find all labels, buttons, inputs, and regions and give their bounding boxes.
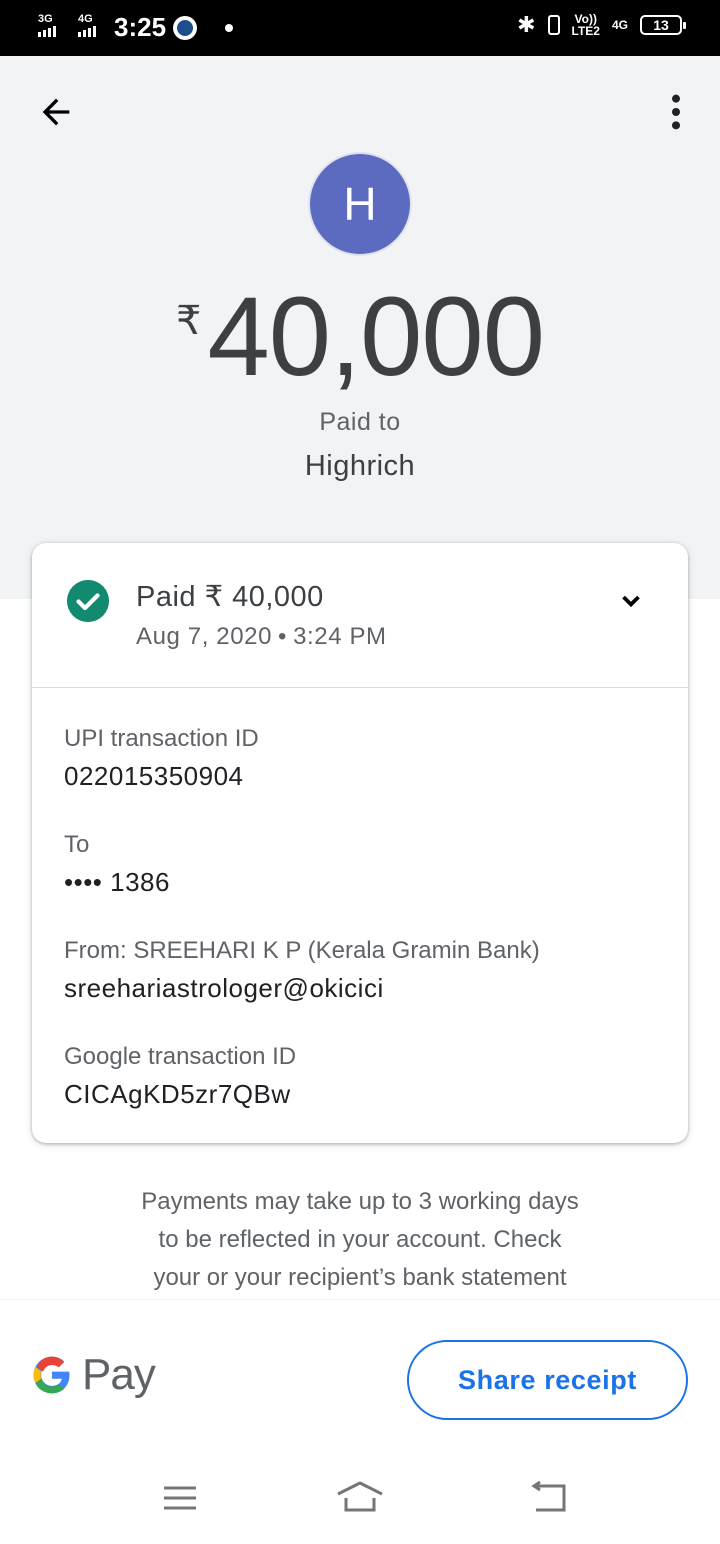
upi-id-label: UPI transaction ID (64, 725, 259, 752)
menu-icon[interactable] (156, 1480, 204, 1516)
more-vert-icon[interactable] (660, 92, 692, 132)
paid-to-label: Paid to (319, 408, 401, 436)
payee-avatar: H (310, 154, 410, 254)
amount-value: 40,000 (207, 274, 545, 399)
google-g-icon (33, 1356, 70, 1394)
transaction-time: 3:24 PM (293, 623, 387, 650)
vibrate-icon (547, 15, 560, 35)
upi-id-value: 022015350904 (64, 761, 244, 791)
chevron-down-icon[interactable] (615, 585, 647, 617)
status-right-group: ✱ Vo)) LTE2 4G 13 (517, 12, 686, 38)
check-circle-icon (67, 580, 109, 622)
note-line-2: to be reflected in your account. Check (158, 1226, 562, 1253)
status-time: 3:25 (114, 12, 167, 42)
from-label: From: SREEHARI K P (Kerala Gramin Bank) (64, 937, 540, 964)
share-receipt-button[interactable]: Share receipt (407, 1340, 688, 1420)
google-id-value: CICAgKD5zr7QBw (64, 1079, 291, 1109)
battery-icon: 13 (640, 15, 686, 35)
network-3g-label: 3G (38, 13, 53, 25)
home-icon[interactable] (336, 1480, 384, 1516)
notification-dot-icon (225, 24, 233, 32)
gpay-brand-text: Pay (82, 1350, 156, 1399)
google-id-label: Google transaction ID (64, 1043, 297, 1070)
bluetooth-icon: ✱ (517, 12, 536, 37)
status-bar: 3G 4G 3:25 ✱ Vo)) LTE2 4G 13 (0, 0, 720, 56)
datetime-separator: • (278, 623, 288, 650)
back-icon[interactable] (524, 1480, 572, 1516)
payee-name: Highrich (304, 450, 416, 482)
note-line-1: Payments may take up to 3 working days (141, 1188, 579, 1215)
system-nav-bar (0, 1446, 720, 1544)
processing-note: Payments may take up to 3 working days t… (0, 1183, 720, 1297)
signal-bars-icon (38, 26, 56, 37)
to-account-value: •••• 1386 (64, 867, 170, 897)
battery-level: 13 (653, 17, 669, 33)
transaction-card: Paid ₹ 40,000 Aug 7, 2020 • 3:24 PM UPI tr… (32, 543, 688, 1143)
transaction-datetime: Aug 7, 2020 • 3:24 PM (136, 623, 387, 651)
gpay-logo: Pay (32, 1350, 156, 1400)
payment-amount: ₹40,000 (0, 272, 720, 401)
note-line-3: your or your recipient’s bank statement (153, 1264, 567, 1291)
currency-symbol: ₹ (175, 299, 202, 343)
from-upi-value: sreehariastrologer@okicici (64, 973, 384, 1003)
paid-amount-text: Paid ₹ 40,000 (136, 581, 324, 613)
network-4g-right-label: 4G (611, 18, 628, 32)
lte-label: LTE2 (571, 24, 600, 38)
transaction-date: Aug 7, 2020 (136, 623, 273, 650)
app-notification-icon (173, 16, 197, 40)
signal-bars-icon (78, 26, 96, 37)
arrow-left-icon[interactable] (36, 92, 76, 132)
transaction-summary[interactable]: Paid ₹ 40,000 Aug 7, 2020 • 3:24 PM (32, 543, 688, 688)
volte-indicator: Vo)) LTE2 (572, 13, 600, 37)
network-4g-label: 4G (78, 13, 93, 25)
to-label: To (64, 831, 90, 858)
